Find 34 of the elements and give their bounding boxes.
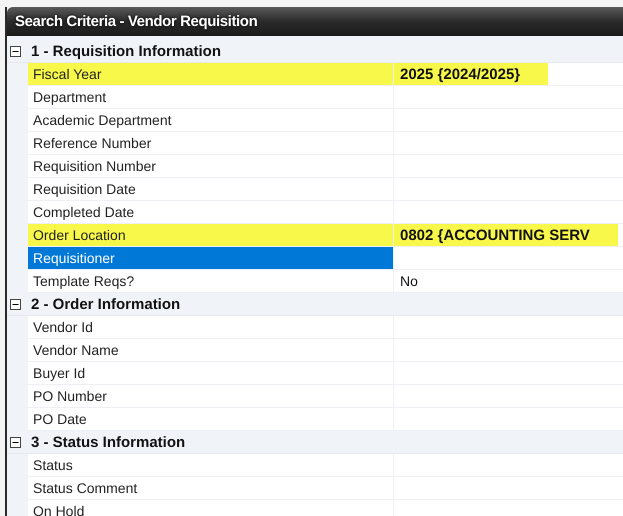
property-label[interactable]: Completed Date (28, 201, 394, 224)
property-label[interactable]: Template Reqs? (28, 270, 394, 293)
section-title: 3 - Status Information (31, 434, 186, 450)
value-cell[interactable]: 2025 {2024/2025} (394, 63, 623, 86)
collapse-icon[interactable] (10, 46, 21, 56)
property-label[interactable]: Fiscal Year (28, 63, 394, 86)
property-label[interactable]: Requisition Number (28, 155, 394, 178)
property-label[interactable]: Order Location (28, 224, 394, 247)
property-label[interactable]: Buyer Id (28, 362, 394, 385)
value-cell[interactable] (394, 86, 623, 109)
property-value[interactable]: No (394, 270, 418, 292)
value-cell[interactable]: No (394, 270, 623, 293)
property-label[interactable]: Requisitioner (28, 247, 394, 270)
property-label[interactable]: Department (28, 86, 394, 109)
property-label[interactable]: Requisition Date (28, 178, 394, 201)
section-title: 2 - Order Information (31, 296, 180, 312)
property-value[interactable]: 2025 {2024/2025} (394, 63, 548, 85)
property-label[interactable]: Reference Number (28, 132, 394, 155)
section-title: 1 - Requisition Information (31, 42, 221, 60)
collapse-icon[interactable] (10, 436, 21, 448)
property-label[interactable]: PO Date (28, 408, 394, 431)
property-label[interactable]: Vendor Id (28, 316, 394, 339)
property-label[interactable]: PO Number (28, 385, 394, 408)
property-label[interactable]: On Hold (28, 500, 394, 516)
property-label[interactable]: Academic Department (28, 109, 394, 132)
property-label[interactable]: Vendor Name (28, 339, 394, 362)
property-label[interactable]: Status (28, 454, 394, 477)
property-label[interactable]: Status Comment (28, 477, 394, 500)
window-title: Search Criteria - Vendor Requisition (15, 13, 258, 30)
value-cell[interactable] (394, 316, 623, 339)
collapse-icon[interactable] (10, 298, 21, 310)
value-cell[interactable] (394, 201, 623, 224)
value-cell[interactable] (394, 247, 623, 270)
value-cell[interactable] (394, 454, 623, 477)
